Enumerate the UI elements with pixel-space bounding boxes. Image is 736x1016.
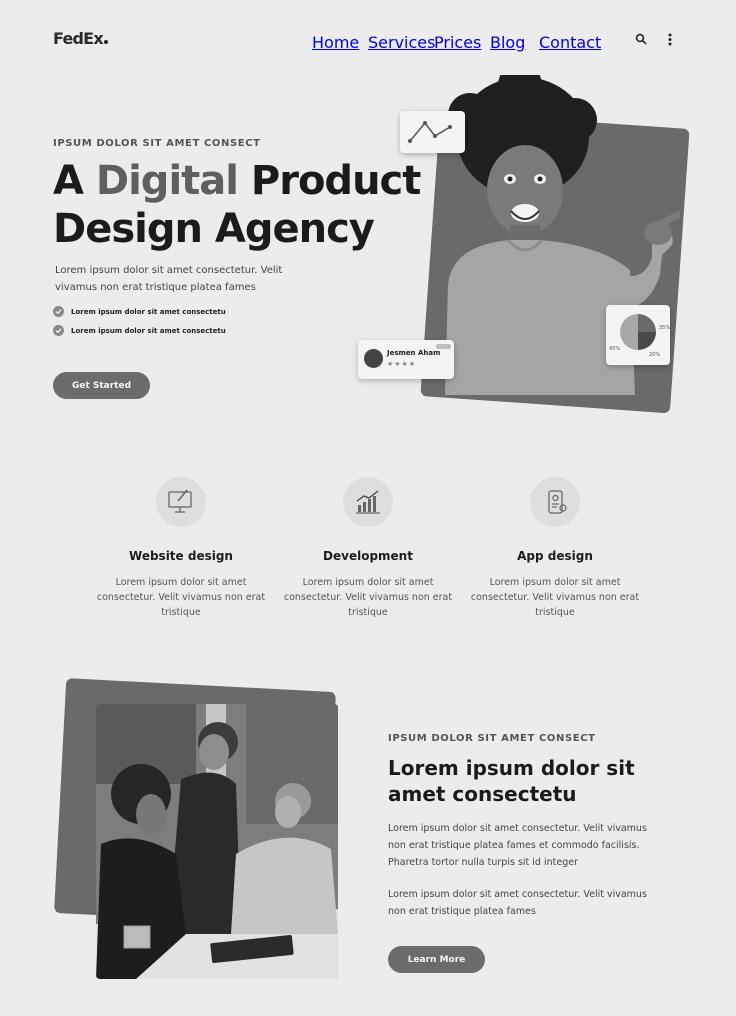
check-icon [53,325,64,336]
nav-home[interactable]: Home [312,33,359,52]
get-started-button[interactable]: Get Started [53,372,150,399]
mobile-settings-icon [530,477,580,527]
hero-title-part: A [53,158,96,204]
pie-label: 20% [649,352,661,358]
learn-more-button[interactable]: Learn More [388,946,485,973]
nav-services[interactable]: Services [368,33,435,52]
avatar [364,349,383,368]
service-description: Lorem ipsum dolor sit amet consectetur. … [96,577,266,618]
line-chart-icon [408,121,452,143]
team-photo [96,704,338,979]
brand-logo[interactable]: FedEx [53,29,108,48]
hero-title-highlight: Digital [95,158,239,204]
hero-title-line2: Design Agency [53,206,375,252]
pie-chart-card: 45% 20% 35% [606,305,670,365]
monitor-brush-icon [156,477,206,527]
nav-prices[interactable]: Prices [434,33,481,52]
bar-growth-icon [343,477,393,527]
hero-description: Lorem ipsum dolor sit amet consectetur. … [55,265,283,293]
about-paragraph: Lorem ipsum dolor sit amet consectetur. … [388,889,647,917]
hero-check-item: Lorem ipsum dolor sit amet consectetu [53,325,226,336]
hero-eyebrow: IPSUM DOLOR SIT AMET CONSECT [53,138,261,149]
check-icon [53,306,64,317]
service-card: Website design Lorem ipsum dolor sit ame… [96,477,266,620]
about-paragraph: Lorem ipsum dolor sit amet consectetur. … [388,823,647,868]
service-title: Website design [129,549,233,563]
hero-title-part: Product [237,158,421,204]
service-description: Lorem ipsum dolor sit amet consectetur. … [470,577,640,618]
profile-name: Jesmen Aham [387,349,441,357]
about-title: Lorem ipsum dolor sit amet consectetu [388,756,635,806]
pie-label: 35% [659,325,671,331]
about-eyebrow: IPSUM DOLOR SIT AMET CONSECT [388,733,596,744]
pie-label: 45% [609,346,621,352]
pie-chart-icon [620,314,656,350]
nav-contact[interactable]: Contact [539,33,601,52]
service-card: App design Lorem ipsum dolor sit amet co… [470,477,640,620]
service-title: Development [323,549,413,563]
service-description: Lorem ipsum dolor sit amet consectetur. … [283,577,453,618]
hero-check-item: Lorem ipsum dolor sit amet consectetu [53,306,226,317]
nav-blog[interactable]: Blog [490,33,525,52]
hero-title: A Digital Product Design Agency [53,157,433,253]
star-rating-icon: ★★★★ [387,360,417,368]
line-chart-card [400,111,465,153]
search-icon[interactable] [634,32,648,46]
status-badge [436,344,451,349]
profile-card: Jesmen Aham ★★★★ [358,340,454,379]
service-title: App design [517,549,593,563]
more-vertical-icon[interactable] [663,32,677,46]
service-card: Development Lorem ipsum dolor sit amet c… [283,477,453,620]
